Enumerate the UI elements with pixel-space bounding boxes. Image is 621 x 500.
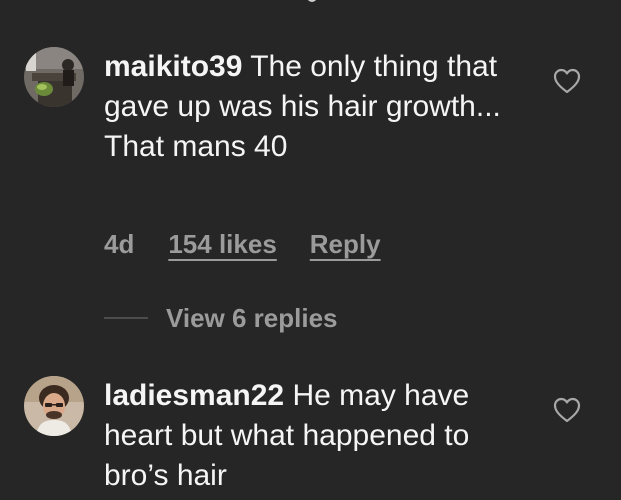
like-button[interactable] xyxy=(553,68,581,94)
view-replies-label: View 6 replies xyxy=(166,302,338,333)
avatar-image xyxy=(24,47,84,107)
view-replies-button[interactable]: View 6 replies xyxy=(104,298,338,338)
comment-text: ladiesman22 He may have heart but what h… xyxy=(104,376,524,496)
comment-timestamp: 4d xyxy=(104,228,135,259)
like-button[interactable] xyxy=(553,397,581,423)
heart-outline-icon xyxy=(553,397,581,423)
text-fragment xyxy=(307,0,317,2)
replies-divider-line xyxy=(104,317,148,319)
avatar[interactable] xyxy=(24,47,84,107)
avatar-image xyxy=(24,376,84,436)
avatar[interactable] xyxy=(24,376,84,436)
previous-content-fragment xyxy=(0,0,621,6)
reply-button[interactable]: Reply xyxy=(310,229,381,260)
comment-meta: 4d 154 likes Reply xyxy=(104,222,381,266)
heart-outline-icon xyxy=(553,68,581,94)
comment-text: maikito39 The only thing that gave up wa… xyxy=(104,47,524,167)
comment-username[interactable]: maikito39 xyxy=(104,50,242,83)
comment-username[interactable]: ladiesman22 xyxy=(104,379,284,412)
likes-count-link[interactable]: 154 likes xyxy=(168,229,276,260)
